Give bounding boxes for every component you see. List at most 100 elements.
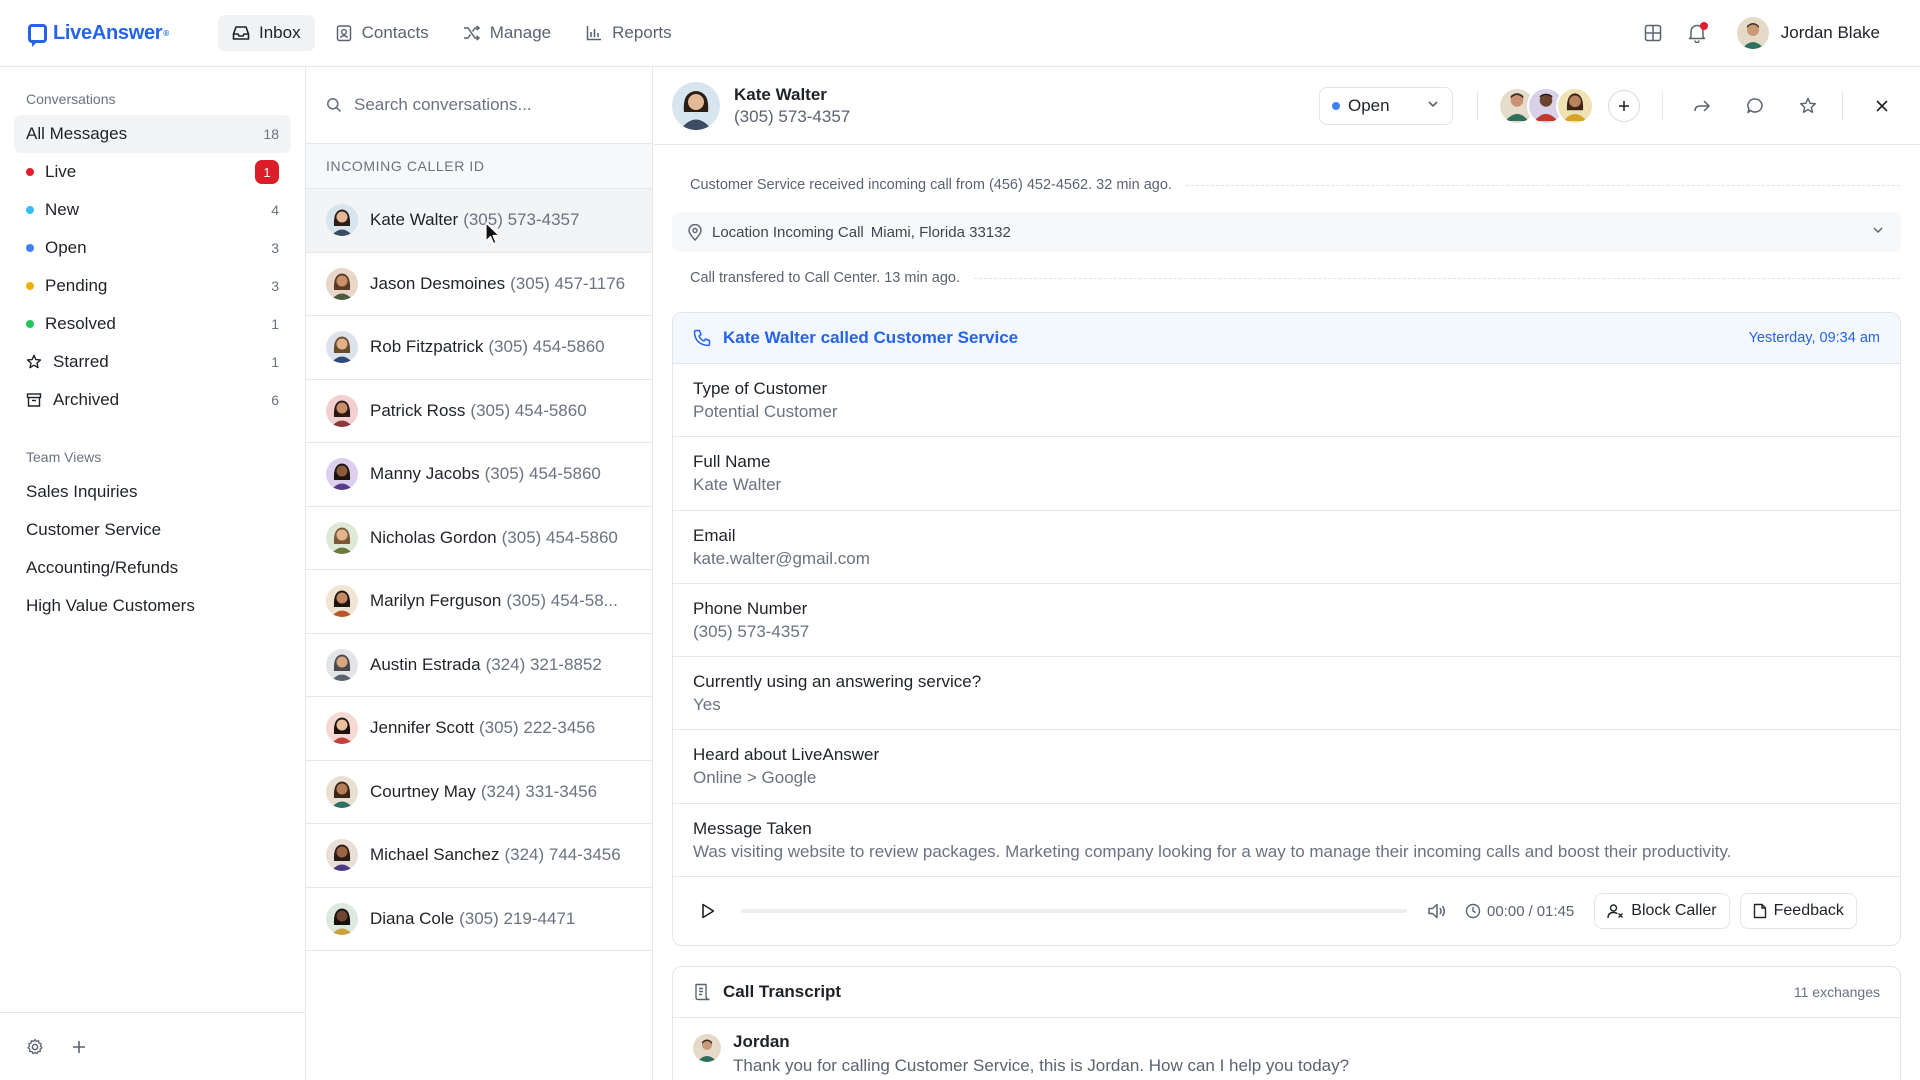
status-dropdown[interactable]: Open <box>1319 86 1453 125</box>
field-value[interactable]: kate.walter@gmail.com <box>693 549 1880 569</box>
caller-name: Diana Cole <box>370 908 455 928</box>
conversation-detail: Kate Walter (305) 573-4357 Open Customer… <box>654 67 1920 1080</box>
list-header: INCOMING CALLER ID <box>306 144 652 189</box>
forward-icon <box>1694 99 1711 112</box>
field-value[interactable]: Kate Walter <box>693 475 1880 495</box>
add-button[interactable] <box>68 1036 90 1058</box>
call-details-card: Kate Walter called Customer Service Yest… <box>672 312 1901 947</box>
team-view-accounting-refunds[interactable]: Accounting/Refunds <box>14 549 291 587</box>
contact-phone: (305) 573-4357 <box>734 106 851 126</box>
location-value: Miami, Florida 33132 <box>870 223 1011 241</box>
search-icon <box>327 98 342 113</box>
field-value[interactable]: Online > Google <box>693 768 1880 788</box>
conversation-item[interactable]: Marilyn Ferguson (305) 454-58... <box>306 570 652 634</box>
sidebar-item-all-messages[interactable]: All Messages 18 <box>14 115 291 153</box>
comment-icon <box>1747 97 1763 113</box>
transcript-exchange-count: 11 exchanges <box>1793 984 1880 1001</box>
sidebar-item-archived[interactable]: Archived 6 <box>14 381 291 419</box>
block-caller-button[interactable]: Block Caller <box>1594 893 1730 930</box>
caller-phone: (324) 744-3456 <box>504 845 621 865</box>
nav-reports[interactable]: Reports <box>571 15 686 51</box>
star-button[interactable] <box>1790 88 1826 124</box>
assignee-avatars[interactable] <box>1498 86 1594 125</box>
team-view-sales-inquiries[interactable]: Sales Inquiries <box>14 473 291 511</box>
conversation-item[interactable]: Kate Walter (305) 573-4357 <box>306 189 652 253</box>
caller-avatar <box>326 267 358 300</box>
field-label: Type of Customer <box>693 379 828 398</box>
field-value[interactable]: Was visiting website to review packages.… <box>693 842 1880 862</box>
inbox-icon <box>232 24 250 42</box>
caller-phone: (305) 457-1176 <box>510 273 626 293</box>
team-view-customer-service[interactable]: Customer Service <box>14 511 291 549</box>
user-menu[interactable]: Jordan Blake <box>1736 17 1880 49</box>
settings-button[interactable] <box>24 1036 46 1058</box>
caller-avatar <box>326 712 358 745</box>
chevron-down-icon <box>1426 96 1440 116</box>
audio-progress-track[interactable] <box>741 909 1407 914</box>
nav-contacts[interactable]: Contacts <box>321 15 443 51</box>
caller-phone: (305) 454-5860 <box>484 464 601 484</box>
conversation-item[interactable]: Michael Sanchez (324) 744-3456 <box>306 824 652 888</box>
volume-icon <box>1428 903 1445 919</box>
feedback-button[interactable]: Feedback <box>1739 893 1857 930</box>
conversation-item[interactable]: Diana Cole (305) 219-4471 <box>306 888 652 951</box>
conversation-item[interactable]: Courtney May (324) 331-3456 <box>306 761 652 824</box>
caller-name: Marilyn Ferguson <box>370 591 502 611</box>
conversation-item[interactable]: Rob Fitzpatrick (305) 454-5860 <box>306 316 652 380</box>
activity-divider <box>974 277 1900 279</box>
contacts-icon <box>335 24 353 42</box>
status-dot-icon <box>1332 101 1340 110</box>
play-button[interactable] <box>701 903 715 919</box>
caller-name: Michael Sanchez <box>370 845 500 865</box>
volume-button[interactable] <box>1427 902 1447 920</box>
sidebar-item-label: Pending <box>45 276 108 295</box>
conversation-item[interactable]: Patrick Ross (305) 454-5860 <box>306 380 652 443</box>
audio-player: 00:00 / 01:45 Block Caller Feedback <box>673 877 1900 945</box>
team-view-high-value-customers[interactable]: High Value Customers <box>14 587 291 625</box>
field-value[interactable]: Potential Customer <box>693 402 1880 422</box>
field-label: Phone Number <box>693 598 808 618</box>
caller-name: Rob Fitzpatrick <box>370 337 484 357</box>
shuffle-icon <box>463 24 481 42</box>
sidebar-item-label: Resolved <box>45 314 116 333</box>
sidebar-item-resolved[interactable]: Resolved 1 <box>14 305 291 343</box>
caller-avatar <box>326 902 358 935</box>
open-dot-icon <box>26 244 34 252</box>
search-input[interactable] <box>354 95 634 115</box>
search-bar <box>306 67 652 144</box>
add-assignee-button[interactable] <box>1608 89 1640 122</box>
nav-contacts-label: Contacts <box>361 23 429 42</box>
conversation-item[interactable]: Austin Estrada (324) 321-8852 <box>306 634 652 697</box>
close-button[interactable] <box>1864 88 1900 124</box>
comment-button[interactable] <box>1737 88 1773 124</box>
block-user-icon <box>1607 903 1624 919</box>
field-value[interactable]: Yes <box>693 695 1880 715</box>
phone-icon <box>693 329 711 347</box>
notifications-button[interactable] <box>1679 15 1715 51</box>
caller-phone: (305) 454-5860 <box>470 400 587 420</box>
caller-name: Courtney May <box>370 781 476 801</box>
apps-grid-button[interactable] <box>1635 15 1671 51</box>
sidebar-item-open[interactable]: Open 3 <box>14 229 291 267</box>
sidebar-item-new[interactable]: New 4 <box>14 191 291 229</box>
sidebar-item-pending[interactable]: Pending 3 <box>14 267 291 305</box>
caller-phone: (305) 222-3456 <box>478 718 596 738</box>
sidebar-item-live[interactable]: Live 1 <box>14 153 291 191</box>
activity-text: Call transfered to Call Center. 13 min a… <box>690 270 960 286</box>
live-count-badge: 1 <box>255 160 279 184</box>
conversation-item[interactable]: Jason Desmoines (305) 457-1176 <box>306 253 652 316</box>
conversation-item[interactable]: Jennifer Scott (305) 222-3456 <box>306 697 652 761</box>
conversation-item[interactable]: Nicholas Gordon (305) 454-5860 <box>306 507 652 570</box>
forward-button[interactable] <box>1684 88 1720 124</box>
field-value[interactable]: (305) 573-4357 <box>693 622 1880 642</box>
nav-inbox[interactable]: Inbox <box>218 15 315 51</box>
app-logo[interactable]: LiveAnswer ® <box>28 22 190 47</box>
nav-manage[interactable]: Manage <box>449 15 565 51</box>
close-icon <box>1876 99 1888 112</box>
nav-inbox-label: Inbox <box>259 23 301 42</box>
sidebar-item-starred[interactable]: Starred 1 <box>14 343 291 381</box>
location-row[interactable]: Location Incoming Call Miami, Florida 33… <box>672 212 1901 252</box>
sidebar-item-count: 4 <box>271 202 279 218</box>
conversation-item[interactable]: Manny Jacobs (305) 454-5860 <box>306 443 652 507</box>
caller-avatar <box>326 775 358 808</box>
